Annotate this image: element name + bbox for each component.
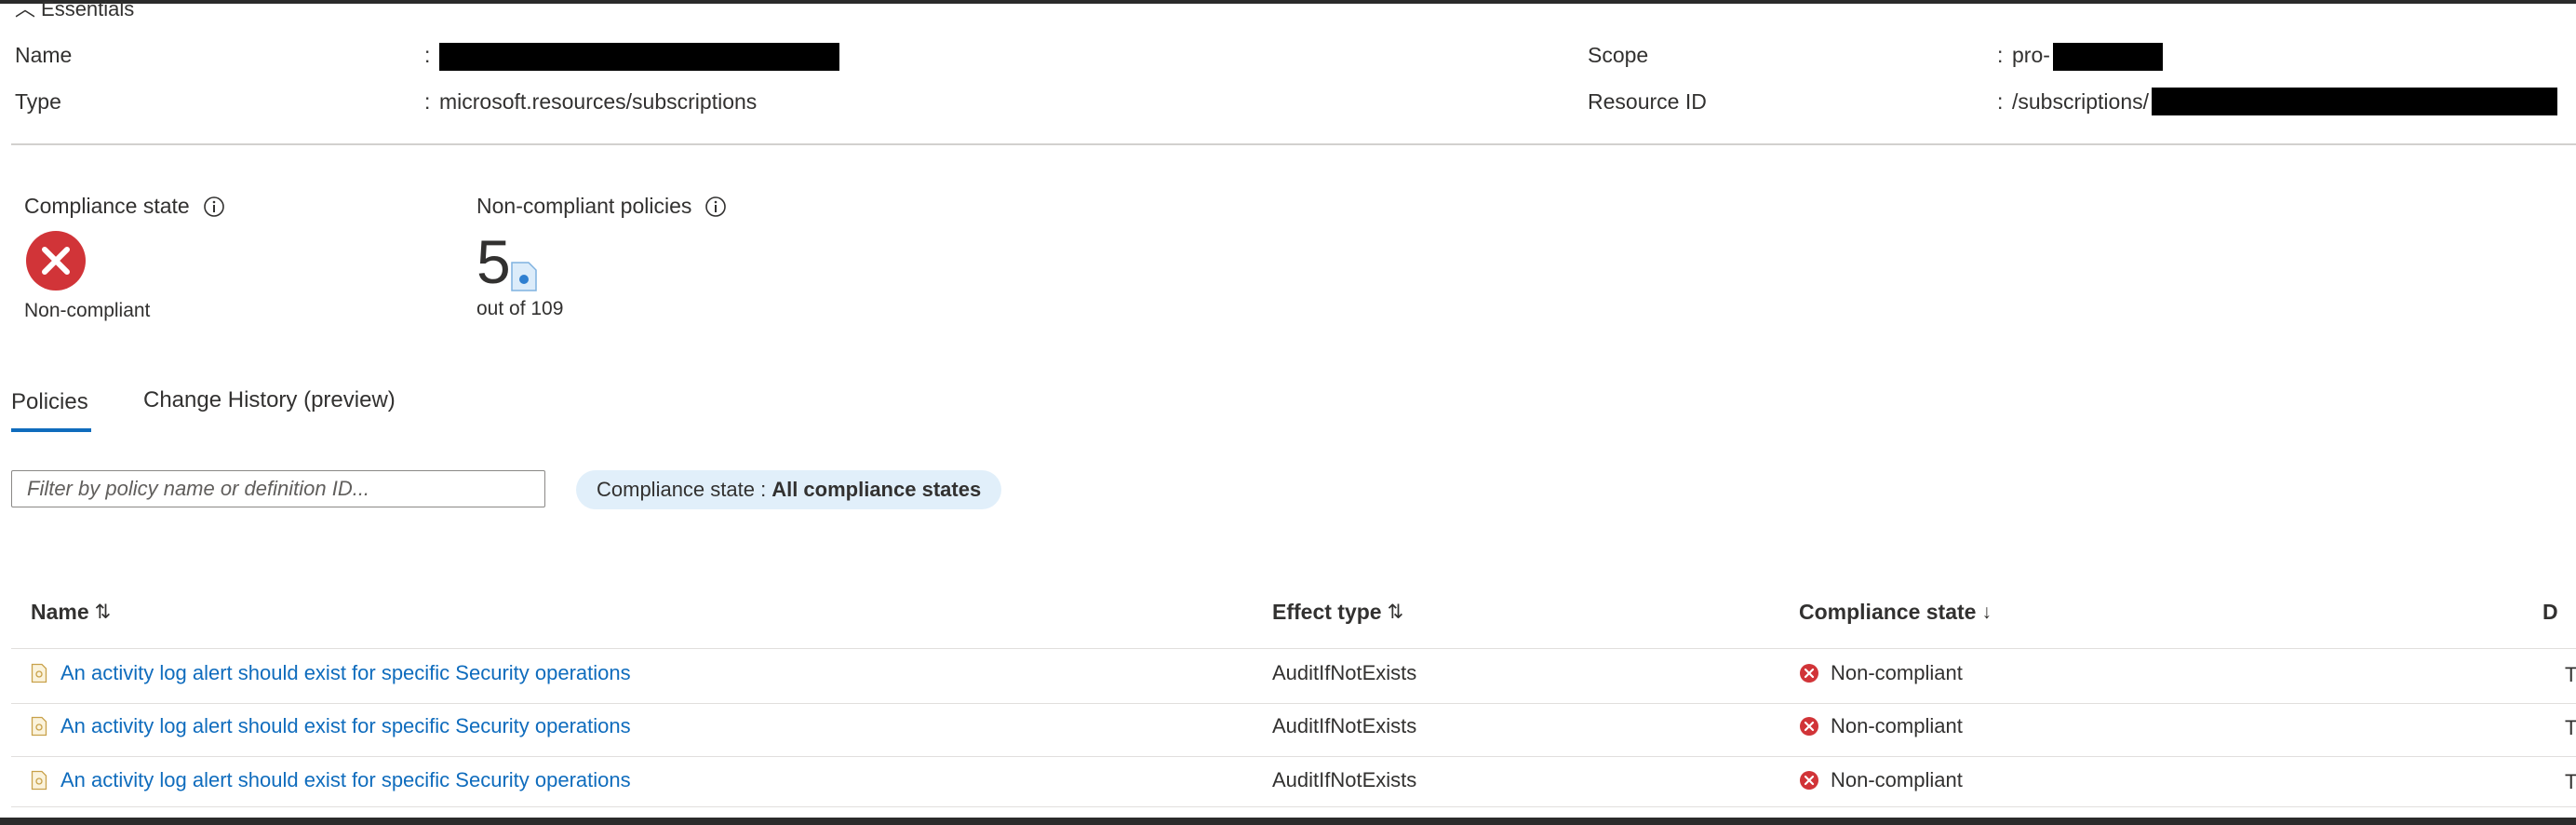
tab-selected-indicator	[11, 428, 91, 432]
tab-change-history[interactable]: Change History (preview)	[143, 387, 396, 413]
noncompliant-policies-title-label: Non-compliant policies	[476, 194, 692, 218]
type-value: microsoft.resources/subscriptions	[439, 89, 758, 114]
table-row-policy-link[interactable]: An activity log alert should exist for s…	[31, 768, 631, 792]
compliance-filter-value: All compliance states	[771, 478, 982, 501]
policy-filter-input[interactable]	[11, 470, 545, 507]
policy-name: An activity log alert should exist for s…	[60, 714, 631, 737]
truncated-cell: T	[2565, 770, 2576, 793]
error-status-icon	[26, 231, 86, 291]
truncated-cell: T	[2565, 716, 2576, 739]
policy-icon	[31, 663, 47, 683]
essentials-toggle-label: Essentials	[41, 0, 135, 20]
effect-type-cell: AuditIfNotExists	[1272, 768, 1417, 791]
policy-document-icon	[511, 262, 537, 291]
scope-value: pro-	[2012, 43, 2050, 67]
info-icon[interactable]	[704, 196, 727, 218]
resource-id-value: /subscriptions/	[2012, 89, 2150, 114]
error-icon	[1800, 717, 1818, 736]
policy-name: An activity log alert should exist for s…	[60, 768, 631, 791]
compliance-filter-label: Compliance state :	[597, 478, 767, 501]
sort-descending-icon: ↓	[1981, 601, 1992, 623]
error-icon	[1800, 771, 1818, 790]
name-colon: :	[424, 43, 431, 67]
table-row-divider	[11, 703, 2576, 704]
compliance-state-text: Non-compliant	[1831, 661, 1963, 684]
policy-name: An activity log alert should exist for s…	[60, 661, 631, 684]
column-header-name-label: Name	[31, 600, 89, 624]
noncompliant-policies-title: Non-compliant policies	[476, 194, 727, 219]
table-row-divider	[11, 806, 2576, 807]
column-header-truncated[interactable]: D	[2542, 600, 2558, 625]
column-header-truncated-label: D	[2542, 600, 2558, 624]
essentials-toggle[interactable]: ︿ Essentials	[15, 0, 134, 22]
resource-id-label: Resource ID	[1588, 89, 1707, 114]
policy-icon	[31, 770, 47, 791]
noncompliant-count: 5	[476, 227, 511, 296]
table-row-policy-link[interactable]: An activity log alert should exist for s…	[31, 714, 631, 738]
type-colon: :	[424, 89, 431, 114]
noncompliant-total: out of 109	[476, 298, 564, 319]
resource-id-value-redacted	[2152, 88, 2557, 115]
essentials-divider	[11, 143, 2576, 145]
column-header-effect-type-label: Effect type	[1272, 600, 1382, 624]
compliance-state-title-label: Compliance state	[24, 194, 190, 218]
resource-id-colon: :	[1997, 89, 2004, 114]
column-header-effect-type[interactable]: Effect type ⇅	[1272, 600, 1403, 625]
type-label: Type	[15, 89, 61, 114]
sort-icon: ⇅	[94, 602, 112, 623]
window-top-border	[0, 0, 2576, 4]
truncated-cell: T	[2565, 663, 2576, 686]
compliance-state-cell: Non-compliant	[1799, 661, 1963, 685]
effect-type-cell: AuditIfNotExists	[1272, 714, 1417, 737]
scope-value-redacted	[2053, 43, 2163, 71]
table-row-policy-link[interactable]: An activity log alert should exist for s…	[31, 661, 631, 685]
column-header-compliance-state[interactable]: Compliance state ↓	[1799, 600, 1992, 625]
compliance-state-filter-pill[interactable]: Compliance state : All compliance states	[576, 470, 1002, 509]
chevron-up-icon: ︿	[15, 0, 36, 20]
compliance-state-title: Compliance state	[24, 194, 225, 219]
policy-icon	[31, 716, 47, 737]
scope-label: Scope	[1588, 43, 1649, 67]
table-header-divider	[11, 648, 2576, 649]
compliance-state-text: Non-compliant	[1831, 714, 1963, 737]
info-icon[interactable]	[203, 196, 225, 218]
compliance-state-cell: Non-compliant	[1799, 714, 1963, 738]
effect-type-cell: AuditIfNotExists	[1272, 661, 1417, 684]
name-label: Name	[15, 43, 73, 67]
name-value-redacted	[439, 43, 839, 71]
column-header-compliance-state-label: Compliance state	[1799, 600, 1977, 624]
scope-colon: :	[1997, 43, 2004, 67]
sort-icon: ⇅	[1387, 602, 1404, 623]
window-bottom-border	[0, 818, 2576, 825]
compliance-state-value: Non-compliant	[24, 300, 151, 321]
error-icon	[1800, 664, 1818, 683]
compliance-state-cell: Non-compliant	[1799, 768, 1963, 792]
table-row-divider	[11, 756, 2576, 757]
compliance-state-text: Non-compliant	[1831, 768, 1963, 791]
tab-policies[interactable]: Policies	[11, 389, 88, 415]
column-header-name[interactable]: Name ⇅	[31, 600, 111, 625]
